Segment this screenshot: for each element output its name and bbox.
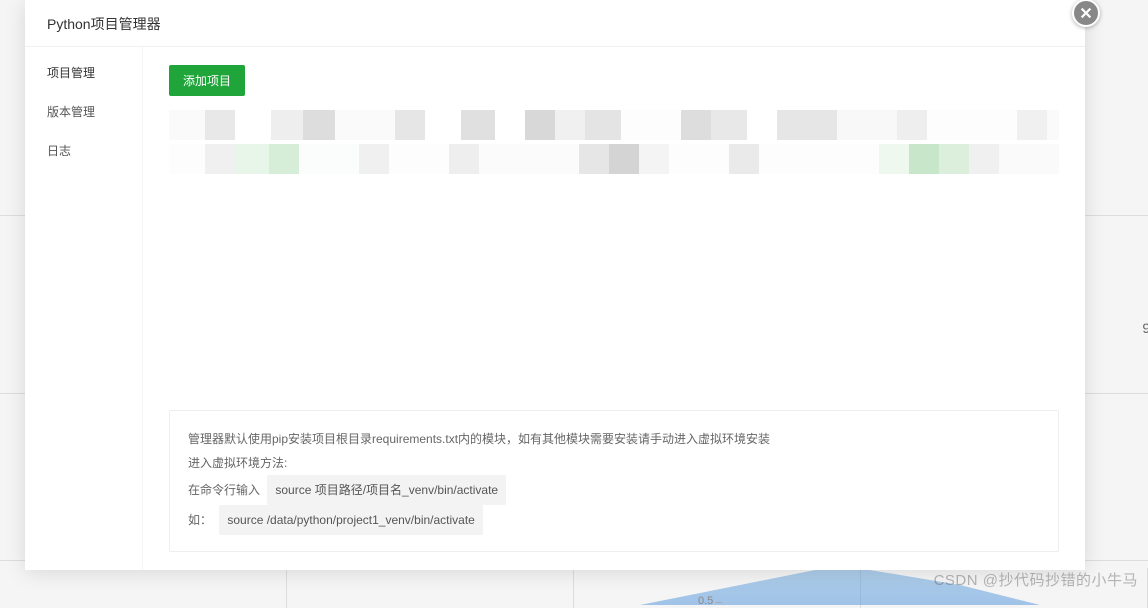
sidebar: 项目管理 版本管理 日志 [25,47,143,570]
redacted-table-area [169,110,1059,178]
background-ytick-line [716,602,722,603]
help-code-example: source /data/python/project1_venv/bin/ac… [219,505,483,535]
sidebar-item-versions[interactable]: 版本管理 [25,92,142,131]
close-icon [1079,6,1093,20]
help-text-install: 管理器默认使用pip安装项目根目录requirements.txt内的模块，如有… [188,427,1040,451]
close-button[interactable] [1072,0,1100,27]
help-text-prefix: 在命令行输入 [188,483,260,497]
help-text-venv-title: 进入虚拟环境方法: [188,451,1040,475]
sidebar-item-label: 版本管理 [47,105,95,119]
background-stat-value: 98 [1142,320,1148,336]
sidebar-item-projects[interactable]: 项目管理 [25,53,142,92]
watermark-text: CSDN @抄代码抄错的小牛马 [934,569,1138,590]
help-panel: 管理器默认使用pip安装项目根目录requirements.txt内的模块，如有… [169,410,1059,552]
sidebar-item-label: 日志 [47,144,71,158]
modal-title: Python项目管理器 [25,0,1085,47]
help-text-command-line: 在命令行输入 source 项目路径/项目名_venv/bin/activate [188,475,1040,505]
modal-body: 项目管理 版本管理 日志 添加项目 [25,47,1085,570]
python-manager-modal: Python项目管理器 项目管理 版本管理 日志 添加项目 [25,0,1085,570]
sidebar-item-logs[interactable]: 日志 [25,131,142,170]
background-ytick: 0.5 [698,595,713,607]
help-text-example-line: 如： source /data/python/project1_venv/bin… [188,505,1040,535]
add-project-button[interactable]: 添加项目 [169,65,245,96]
main-content: 添加项目 [143,47,1085,570]
help-code-activate: source 项目路径/项目名_venv/bin/activate [267,475,506,505]
help-text-prefix: 如： [188,513,212,527]
sidebar-item-label: 项目管理 [47,66,95,80]
